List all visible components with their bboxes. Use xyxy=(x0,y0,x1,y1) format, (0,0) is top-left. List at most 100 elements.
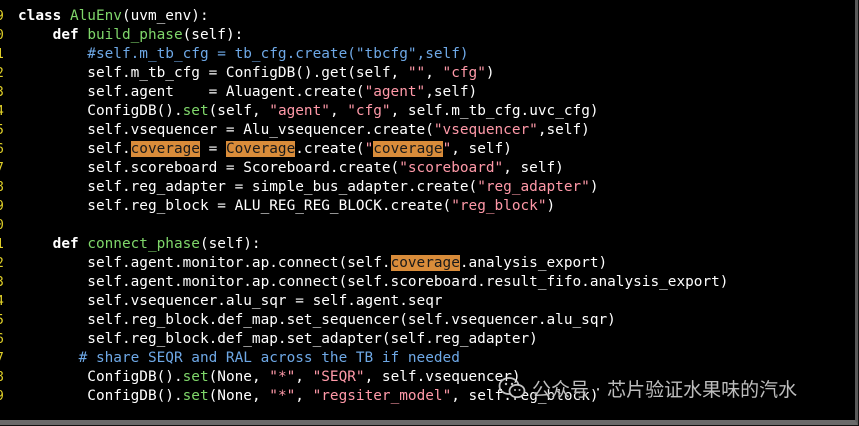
code-text: # share SEQR and RAL across the TB if ne… xyxy=(18,349,460,368)
code-line: 8 self.reg_adapter = simple_bus_adapter.… xyxy=(0,178,855,197)
line-number: 1 xyxy=(0,45,6,64)
code-line: 6 self.coverage = Coverage.create("cover… xyxy=(0,140,855,159)
code-line: 7 # share SEQR and RAL across the TB if … xyxy=(0,349,855,368)
search-highlight: coverage xyxy=(130,141,200,157)
code-text: self.reg_adapter = simple_bus_adapter.cr… xyxy=(18,178,599,197)
code-text: self.vsequencer = Alu_vsequencer.create(… xyxy=(18,121,590,140)
code-token: "reg_adapter" xyxy=(477,179,590,195)
code-text: self.reg_block.def_map.set_adapter(self.… xyxy=(18,330,538,349)
code-token: "agent" xyxy=(269,103,330,119)
code-text: self.vsequencer.alu_sqr = self.agent.seq… xyxy=(18,292,443,311)
code-text: self.coverage = Coverage.create("coverag… xyxy=(18,140,512,159)
line-number: 5 xyxy=(0,121,6,140)
code-text: class AluEnv(uvm_env): xyxy=(18,7,209,26)
search-highlight: coverage xyxy=(390,255,460,271)
code-token: ConfigDB(). xyxy=(18,103,183,119)
code-token: " xyxy=(364,141,374,157)
line-number: 6 xyxy=(0,330,6,349)
line-number: 7 xyxy=(0,349,6,368)
code-token: ) xyxy=(589,179,599,195)
line-number: 9 xyxy=(0,197,6,216)
code-token: (self): xyxy=(199,236,261,252)
code-token: "regsiter_model" xyxy=(312,388,452,404)
code-line: 4 ConfigDB().set(self, "agent", "cfg", s… xyxy=(0,102,855,121)
code-token: " xyxy=(442,141,452,157)
code-line: 3 self.agent.monitor.ap.connect(self.sco… xyxy=(0,273,855,292)
code-line: 0 def build_phase(self): xyxy=(0,26,855,45)
line-number: 9 xyxy=(0,387,6,406)
code-token: def xyxy=(52,27,88,43)
code-line: 7 self.scoreboard = Scoreboard.create("s… xyxy=(0,159,855,178)
line-number: 3 xyxy=(0,83,6,102)
code-token: "*" xyxy=(269,369,296,385)
code-token: = xyxy=(199,141,226,157)
code-token: self.reg_block = ALU_REG_REG_BLOCK.creat… xyxy=(18,198,452,214)
code-token: ConfigDB(). xyxy=(18,369,183,385)
code-token: self.m_tb_cfg = ConfigDB().get(self, xyxy=(18,65,408,81)
watermark: 公众号 · 芯片验证水果味的汽水 xyxy=(498,372,797,404)
code-token: , xyxy=(295,369,313,385)
code-token: self.vsequencer.alu_sqr = self.agent.seq… xyxy=(18,293,443,309)
code-token: .analysis_export) xyxy=(459,255,608,271)
code-token: set xyxy=(182,103,209,119)
code-token: "scoreboard" xyxy=(399,160,504,176)
code-line: 5 self.vsequencer = Alu_vsequencer.creat… xyxy=(0,121,855,140)
code-token: set xyxy=(182,369,209,385)
code-text: self.agent = Aluagent.create("agent",sel… xyxy=(18,83,477,102)
code-text: ConfigDB().set(None, "*", "SEQR", self.v… xyxy=(18,368,520,387)
code-token: self.agent = Aluagent.create( xyxy=(18,84,365,100)
code-line: 9 class AluEnv(uvm_env): xyxy=(0,7,855,26)
code-line: 2 self.agent.monitor.ap.connect(self.cov… xyxy=(0,254,855,273)
code-text: def connect_phase(self): xyxy=(18,235,261,254)
code-token: .create( xyxy=(295,141,365,157)
code-token: (None, xyxy=(208,369,270,385)
code-token: , xyxy=(425,65,443,81)
line-number: 4 xyxy=(0,102,6,121)
code-token: self.vsequencer = Alu_vsequencer.create( xyxy=(18,122,434,138)
code-text: self.agent.monitor.ap.connect(self.score… xyxy=(18,273,728,292)
code-token: "*" xyxy=(269,388,296,404)
code-token: # share SEQR and RAL across the TB if ne… xyxy=(18,350,460,366)
code-token: ,self) xyxy=(537,122,590,138)
code-token: "cfg" xyxy=(442,65,486,81)
code-text: ConfigDB().set(self, "agent", "cfg", sel… xyxy=(18,102,598,121)
code-editor[interactable]: 9 class AluEnv(uvm_env):0 def build_phase… xyxy=(0,0,858,425)
code-token: class xyxy=(18,8,70,24)
line-number: 2 xyxy=(0,64,6,83)
code-token: self.reg_block.def_map.set_adapter(self.… xyxy=(18,331,538,347)
code-token: , xyxy=(295,388,313,404)
code-token: , self) xyxy=(451,141,512,157)
code-token: ConfigDB(). xyxy=(18,388,183,404)
line-number: 9 xyxy=(0,7,6,26)
code-token: set xyxy=(182,388,209,404)
code-line: 0 xyxy=(0,216,855,235)
code-text: self.agent.monitor.ap.connect(self.cover… xyxy=(18,254,607,273)
code-token: , self) xyxy=(503,160,564,176)
line-number: 1 xyxy=(0,235,6,254)
code-token: def xyxy=(52,236,88,252)
code-token: (None, xyxy=(208,388,270,404)
code-token: #self.m_tb_cfg = tb_cfg.create("tbcfg",s… xyxy=(18,46,469,62)
code-text: self.reg_block = ALU_REG_REG_BLOCK.creat… xyxy=(18,197,555,216)
code-line: 1 def connect_phase(self): xyxy=(0,235,855,254)
code-token: "vsequencer" xyxy=(433,122,538,138)
code-text: self.scoreboard = Scoreboard.create("sco… xyxy=(18,159,564,178)
watermark-text: 公众号 · 芯片验证水果味的汽水 xyxy=(532,378,798,401)
code-token: (self, xyxy=(208,103,270,119)
code-token: (self): xyxy=(182,27,244,43)
line-number: 8 xyxy=(0,368,6,387)
code-token: AluEnv xyxy=(69,8,122,24)
code-text: self.m_tb_cfg = ConfigDB().get(self, "",… xyxy=(18,64,495,83)
code-token: self.scoreboard = Scoreboard.create( xyxy=(18,160,400,176)
line-number: 0 xyxy=(0,216,6,235)
code-token: "cfg" xyxy=(347,103,391,119)
code-token: "reg_block" xyxy=(451,198,547,214)
code-line: 5 self.reg_block.def_map.set_sequencer(s… xyxy=(0,311,855,330)
code-text: #self.m_tb_cfg = tb_cfg.create("tbcfg",s… xyxy=(18,45,469,64)
code-line: 6 self.reg_block.def_map.set_adapter(sel… xyxy=(0,330,855,349)
code-token: ) xyxy=(485,65,495,81)
line-number: 3 xyxy=(0,273,6,292)
code-token: "agent" xyxy=(364,84,426,100)
